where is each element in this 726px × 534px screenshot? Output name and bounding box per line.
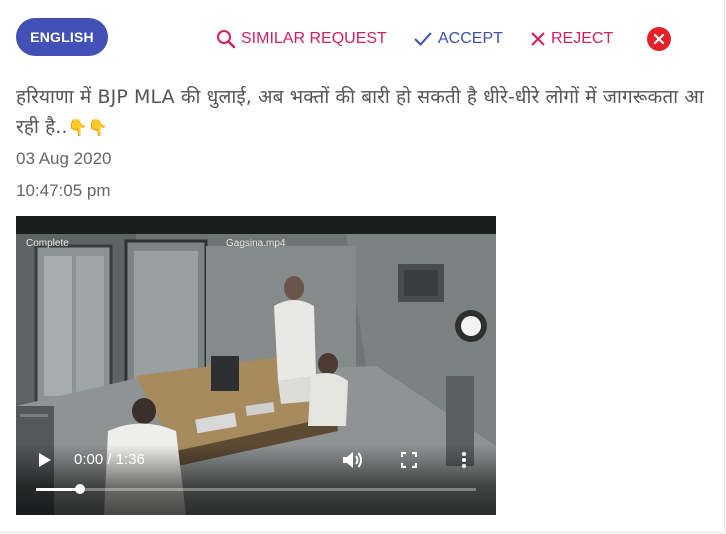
video-progress-bar[interactable] [36,484,476,494]
close-button[interactable] [647,27,671,51]
accept-label: ACCEPT [438,30,503,47]
post-time: 10:47:05 pm [16,181,111,200]
post-message: हरियाणा में BJP MLA की धुलाई, अब भक्तों … [16,86,704,138]
close-icon [653,33,665,45]
pointing-down-emoji: 👇👇 [67,118,108,137]
video-player[interactable]: Complete Gagsina.mp4 0:00 / 1:36 [16,216,496,515]
more-options-icon[interactable] [461,451,467,469]
post-text: हरियाणा में BJP MLA की धुलाई, अब भक्तों … [16,82,706,143]
accept-button[interactable]: ACCEPT [413,28,503,50]
video-overlay-filename: Gagsina.mp4 [226,238,286,249]
check-icon [414,32,432,46]
video-progress-fill [36,488,80,491]
language-button[interactable]: ENGLISH [16,18,108,56]
video-progress-thumb[interactable] [75,484,85,494]
volume-icon[interactable] [342,450,364,470]
video-overlay-complete: Complete [26,238,69,249]
fullscreen-icon[interactable] [401,452,417,468]
similar-request-label: SIMILAR REQUEST [241,30,387,47]
close-x-icon [531,32,545,46]
language-label: ENGLISH [30,29,94,45]
search-icon [217,30,236,49]
reject-button[interactable]: REJECT [530,28,613,50]
post-date: 03 Aug 2020 [16,149,112,168]
reject-label: REJECT [551,30,614,47]
play-icon[interactable] [38,452,52,468]
video-time-display: 0:00 / 1:36 [74,451,145,468]
similar-request-button[interactable]: SIMILAR REQUEST [216,28,387,50]
